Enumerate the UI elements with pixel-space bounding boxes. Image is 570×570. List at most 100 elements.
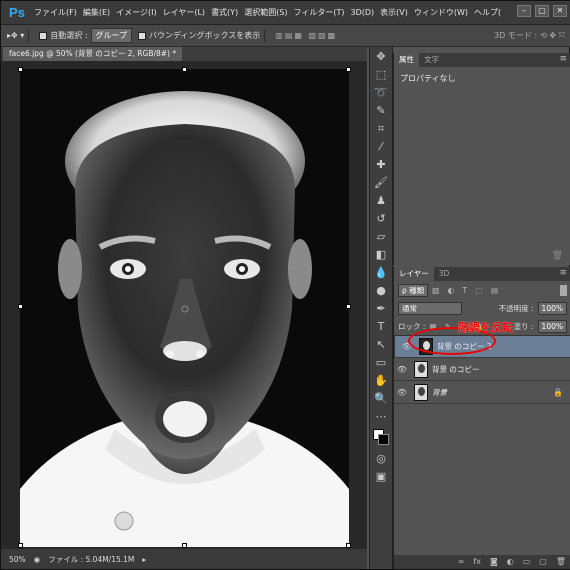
blur-tool-icon[interactable]: 💧 — [373, 265, 389, 281]
trash-icon[interactable]: 🗑 — [552, 251, 563, 261]
layer-name[interactable]: 背景 のコピー — [432, 364, 479, 375]
canvas-area[interactable] — [1, 61, 367, 549]
folder-icon[interactable]: ▭ — [523, 555, 531, 569]
minimize-button[interactable]: – — [517, 5, 531, 17]
hand-tool-icon[interactable]: ✋ — [373, 373, 389, 389]
tab-3d[interactable]: 3D — [434, 267, 455, 281]
transform-handle-bm[interactable] — [182, 543, 187, 548]
filter-icons[interactable]: ▨ ◐ T ⬚ ▤ — [432, 286, 501, 295]
layer-row-background[interactable]: 👁 背景 🔒 — [394, 381, 570, 404]
layers-footer: ∞ fx ◙ ◐ ▭ ▢ 🗑 — [394, 555, 570, 569]
eraser-tool-icon[interactable]: ▱ — [373, 229, 389, 245]
file-info: ファイル : 5.04M/15.1M — [48, 554, 135, 564]
transform-handle-tm[interactable] — [182, 67, 187, 72]
quick-mask-icon[interactable]: ◎ — [373, 451, 389, 467]
eyedropper-tool-icon[interactable]: ⁄ — [373, 139, 389, 155]
menu-view[interactable]: 表示(V) — [380, 7, 408, 18]
bounding-box-label: バウンディングボックスを表示 — [149, 31, 261, 40]
auto-select-dropdown[interactable]: グループ — [90, 28, 133, 43]
panel-menu-icon[interactable]: ≡ — [559, 54, 567, 64]
move-tool-preset[interactable]: ▸✥ ▾ — [7, 31, 24, 40]
transform-handle-tl[interactable] — [18, 67, 23, 72]
layer-name[interactable]: 背景 — [432, 387, 447, 398]
auto-select-checkbox[interactable] — [39, 31, 48, 40]
fx-icon[interactable]: fx — [473, 555, 481, 569]
opacity-field[interactable]: 100% — [537, 301, 567, 315]
zoom-tool-icon[interactable]: 🔍 — [373, 391, 389, 407]
transform-handle-bl[interactable] — [18, 543, 23, 548]
layer-row-copy[interactable]: 👁 背景 のコピー — [394, 358, 570, 381]
opacity-label: 不透明度 : — [498, 303, 534, 313]
shape-tool-icon[interactable]: ▭ — [373, 355, 389, 371]
link-icon[interactable]: ∞ — [458, 555, 465, 569]
menu-bar: Ps ファイル(F) 編集(E) イメージ(I) レイヤー(L) 書式(Y) 選… — [1, 1, 570, 25]
layer-filter-dropdown[interactable]: ρ 種類 — [398, 283, 429, 297]
transform-handle-ml[interactable] — [18, 304, 23, 309]
menu-filter[interactable]: フィルター(T) — [294, 7, 345, 18]
mask-icon[interactable]: ◙ — [490, 555, 498, 569]
dodge-tool-icon[interactable]: ● — [373, 283, 389, 299]
screen-mode-icon[interactable]: ▣ — [373, 469, 389, 485]
adjustment-icon[interactable]: ◐ — [507, 555, 514, 569]
tab-properties[interactable]: 属性 — [394, 53, 419, 67]
properties-panel: 属性 文字 ≡ プロパティなし 🗑 — [393, 53, 570, 265]
brush-tool-icon[interactable]: 🖌 — [373, 175, 389, 191]
3d-mode-icons[interactable]: ⟲ ✥ ⤧ — [540, 31, 565, 41]
gradient-tool-icon[interactable]: ◧ — [373, 247, 389, 263]
lasso-tool-icon[interactable]: ➰ — [373, 85, 389, 101]
history-brush-tool-icon[interactable]: ↺ — [373, 211, 389, 227]
new-layer-icon[interactable]: ▢ — [539, 555, 547, 569]
photoshop-window: Ps ファイル(F) 編集(E) イメージ(I) レイヤー(L) 書式(Y) 選… — [0, 0, 570, 570]
close-button[interactable]: ✕ — [553, 5, 567, 17]
transform-handle-mr[interactable] — [346, 304, 351, 309]
menu-image[interactable]: イメージ(I) — [116, 7, 156, 18]
align-icons[interactable]: ▥▤▦ ▧▨▩ — [275, 31, 337, 40]
menu-3d[interactable]: 3D(D) — [351, 8, 375, 17]
menu-type[interactable]: 書式(Y) — [211, 7, 238, 18]
layers-tabs: レイヤー 3D ≡ — [394, 267, 570, 281]
visibility-eye-icon[interactable]: 👁 — [394, 388, 410, 397]
type-tool-icon[interactable]: T — [373, 319, 389, 335]
menu-layer[interactable]: レイヤー(L) — [163, 7, 205, 18]
blend-mode-dropdown[interactable]: 通常 — [398, 301, 462, 315]
layer-thumbnail — [414, 383, 428, 401]
transform-handle-br[interactable] — [346, 543, 351, 548]
menu-edit[interactable]: 編集(E) — [83, 7, 110, 18]
menu-select[interactable]: 選択範囲(S) — [244, 7, 287, 18]
zoom-level[interactable]: 50% — [9, 555, 26, 564]
status-menu-icon[interactable]: ◉ — [34, 555, 41, 564]
path-select-tool-icon[interactable]: ↖ — [373, 337, 389, 353]
annotation-label: 階調を反転 — [458, 321, 513, 334]
fill-field[interactable]: 100% — [537, 319, 567, 333]
layer-thumbnail — [414, 360, 428, 378]
pen-tool-icon[interactable]: ✒ — [373, 301, 389, 317]
transform-handle-tr[interactable] — [346, 67, 351, 72]
crop-tool-icon[interactable]: ⌗ — [373, 121, 389, 137]
inverted-face-image — [20, 69, 349, 547]
menu-help[interactable]: ヘルプ( — [474, 7, 501, 18]
tab-character[interactable]: 文字 — [419, 53, 444, 67]
properties-tabs: 属性 文字 ≡ — [394, 53, 570, 67]
layers-panel: レイヤー 3D ≡ ρ 種類 ▨ ◐ T ⬚ ▤ 通常 不透明度 : 100% … — [393, 267, 570, 569]
document-tab[interactable]: face6.jpg @ 50% (背景 のコピー 2, RGB/8#) * — [3, 47, 183, 61]
quick-select-tool-icon[interactable]: ✎ — [373, 103, 389, 119]
app-logo: Ps — [9, 5, 25, 20]
status-arrow-icon[interactable]: ▸ — [142, 555, 146, 564]
color-swatches-icon[interactable] — [373, 427, 389, 449]
marquee-tool-icon[interactable]: ⬚ — [373, 67, 389, 83]
menu-window[interactable]: ウィンドウ(W) — [414, 7, 468, 18]
tab-layers[interactable]: レイヤー — [394, 267, 434, 281]
document-image[interactable] — [20, 69, 349, 547]
delete-layer-icon[interactable]: 🗑 — [556, 555, 566, 569]
layers-panel-menu-icon[interactable]: ≡ — [559, 268, 567, 278]
restore-button[interactable]: ▢ — [535, 5, 549, 17]
bounding-box-checkbox[interactable] — [138, 31, 147, 40]
move-tool-icon[interactable]: ✥ — [373, 49, 389, 65]
options-bar: ▸✥ ▾ 自動選択 : グループ バウンディングボックスを表示 ▥▤▦ ▧▨▩ … — [1, 25, 570, 47]
more-tools-icon[interactable]: ⋯ — [373, 409, 389, 425]
visibility-eye-icon[interactable]: 👁 — [394, 365, 410, 374]
filter-toggle[interactable] — [560, 284, 567, 296]
clone-stamp-tool-icon[interactable]: ♟ — [373, 193, 389, 209]
menu-file[interactable]: ファイル(F) — [34, 7, 77, 18]
healing-brush-tool-icon[interactable]: ✚ — [373, 157, 389, 173]
